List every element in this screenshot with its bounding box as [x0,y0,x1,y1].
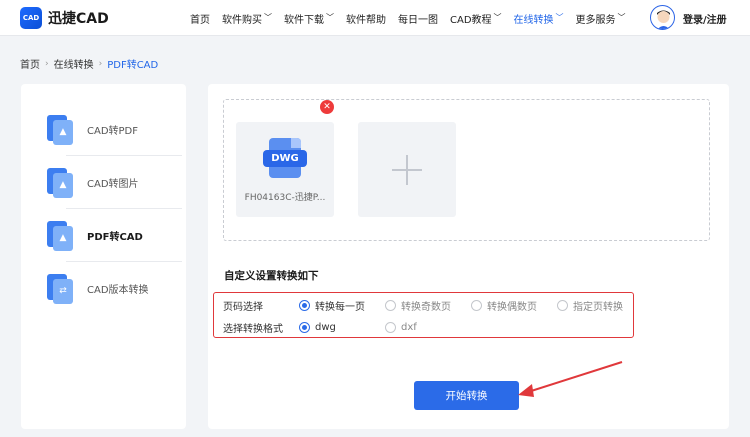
chevron-right-icon: › [98,58,103,69]
chevron-down-icon: ﹀ [493,13,502,22]
radio-specified-pages[interactable]: 指定页转换 [557,298,623,313]
nav-home[interactable]: 首页 [190,11,210,26]
radio-icon [385,321,396,333]
format-selection-row: 选择转换格式 dwg dxf [214,317,635,337]
sidebar-item-cad-to-image[interactable]: ▲ CAD转图片 [47,156,183,209]
breadcrumb: 首页 › 在线转换 › PDF转CAD [20,56,159,72]
file-name: FH04163C-迅捷P... [244,193,326,203]
logo-text: 迅捷CAD [48,11,109,27]
plus-icon [392,155,422,185]
settings-highlight-box: 页码选择 转换每一页 转换奇数页 转换偶数页 指定页转换 选择转换格式 dwg … [213,292,634,338]
radio-every-page[interactable]: 转换每一页 [299,298,365,313]
sidebar-item-label: PDF转CAD [87,232,143,243]
top-header: CAD 迅捷CAD 首页 软件购买 ﹀ 软件下载 ﹀ 软件帮助 每日一图 CAD教程… [0,0,750,36]
user-avatar-icon[interactable] [650,5,675,30]
main-nav: 首页 软件购买 ﹀ 软件下载 ﹀ 软件帮助 每日一图 CAD教程 ﹀ 在线转换 ﹀ 更多… [190,0,638,36]
main-panel: DWG FH04163C-迅捷P... ✕ 自定义设置转换如下 页码选择 转换每… [208,84,729,429]
sidebar: ▲ CAD转PDF ▲ CAD转图片 ▲ PDF转CAD ⇄ CAD版本转换 [21,84,186,429]
radio-icon [557,299,568,311]
breadcrumb-current: PDF转CAD [107,60,159,71]
cad-version-icon: ⇄ [47,273,73,304]
nav-more-services[interactable]: 更多服务 ﹀ [576,11,626,26]
page-selection-label: 页码选择 [223,301,263,313]
sidebar-item-pdf-to-cad[interactable]: ▲ PDF转CAD [47,209,183,262]
nav-online-convert[interactable]: 在线转换 ﹀ [514,11,564,26]
pdf-cad-icon: ▲ [47,220,73,251]
radio-format-dxf[interactable]: dxf [385,321,417,333]
nav-software-help[interactable]: 软件帮助 [346,11,386,26]
radio-odd-pages[interactable]: 转换奇数页 [385,298,451,313]
nav-daily-drawing[interactable]: 每日一图 [398,11,438,26]
sidebar-item-label: CAD转PDF [87,126,139,137]
nav-cad-tutorial[interactable]: CAD教程 ﹀ [450,11,502,26]
sidebar-item-cad-version-convert[interactable]: ⇄ CAD版本转换 [47,262,183,315]
radio-even-pages[interactable]: 转换偶数页 [471,298,537,313]
format-selection-label: 选择转换格式 [223,323,283,335]
sidebar-item-cad-to-pdf[interactable]: ▲ CAD转PDF [47,103,183,156]
start-convert-button[interactable]: 开始转换 [414,381,519,410]
nav-software-download[interactable]: 软件下载 ﹀ [284,11,334,26]
chevron-right-icon: › [45,58,49,69]
radio-format-dwg[interactable]: dwg [299,321,336,333]
logo-icon: CAD [20,7,42,29]
breadcrumb-home[interactable]: 首页 [20,56,40,71]
cad-image-icon: ▲ [47,167,73,198]
nav-software-buy[interactable]: 软件购买 ﹀ [222,11,272,26]
chevron-down-icon: ﹀ [555,13,564,22]
remove-file-icon[interactable]: ✕ [320,100,334,114]
sidebar-item-label: CAD转图片 [87,179,139,190]
settings-title: 自定义设置转换如下 [224,270,319,282]
upload-dropzone[interactable]: DWG FH04163C-迅捷P... ✕ [223,99,710,241]
chevron-down-icon: ﹀ [264,13,272,22]
dwg-file-icon: DWG [263,138,307,178]
chevron-down-icon: ﹀ [617,13,626,22]
uploaded-file-card: DWG FH04163C-迅捷P... [236,122,334,217]
chevron-down-icon: ﹀ [326,13,334,22]
login-register-link[interactable]: 登录/注册 [683,11,727,26]
radio-icon [385,299,396,311]
radio-checked-icon [299,321,310,333]
radio-checked-icon [299,299,310,311]
breadcrumb-section[interactable]: 在线转换 [54,56,94,71]
sidebar-item-label: CAD版本转换 [87,285,149,296]
add-file-button[interactable] [358,122,456,217]
cad-pdf-icon: ▲ [47,114,73,145]
logo[interactable]: CAD 迅捷CAD [20,7,109,29]
radio-icon [471,299,482,311]
page-selection-row: 页码选择 转换每一页 转换奇数页 转换偶数页 指定页转换 [214,295,635,315]
